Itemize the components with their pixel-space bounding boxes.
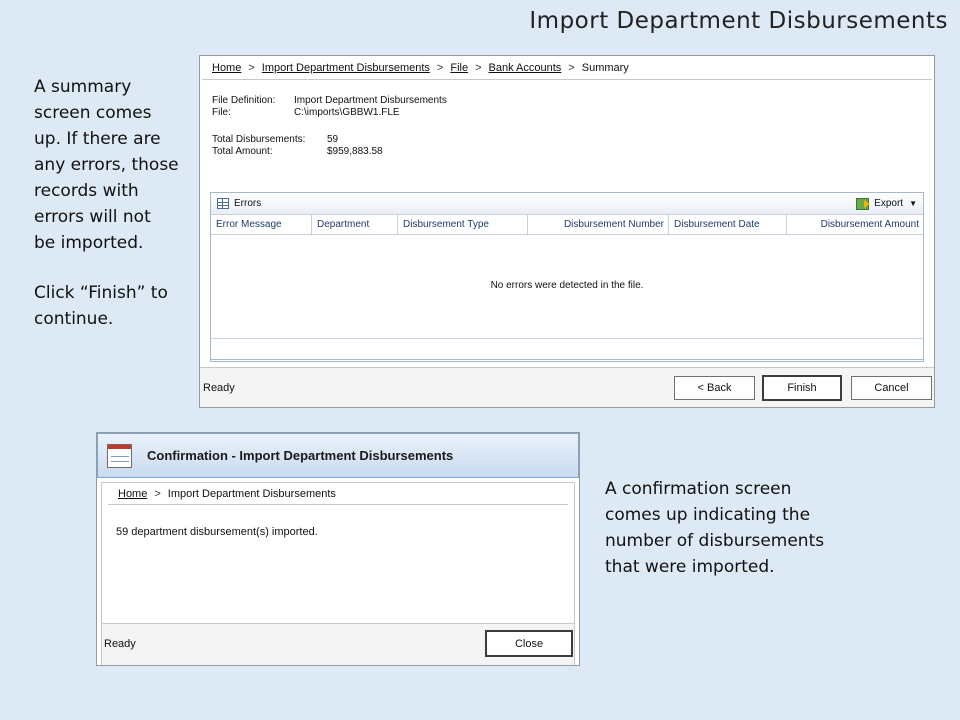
breadcrumb-separator: > [436,61,444,74]
errors-panel: Errors Export ▼ Error Message Department… [210,192,924,362]
confirmation-caption: A confirmation screen comes up indicatin… [605,479,825,577]
export-icon [856,197,871,210]
breadcrumb-bank-accounts[interactable]: Bank Accounts [489,62,562,74]
finish-button[interactable]: Finish [762,375,842,401]
file-value: C:\imports\GBBW1.FLE [294,107,400,118]
confirmation-status-bar: Ready Close [102,623,574,665]
breadcrumb-file[interactable]: File [450,62,468,74]
file-definition-label: File Definition: [212,95,276,106]
errors-column-headers: Error Message Department Disbursement Ty… [211,215,923,235]
errors-title: Errors [234,198,262,209]
export-label: Export [874,198,904,209]
confirmation-title-bar: Confirmation - Import Department Disburs… [97,433,579,478]
confirmation-breadcrumb: Home > Import Department Disbursements [108,483,568,505]
breadcrumb-home[interactable]: Home [212,62,241,74]
chevron-down-icon: ▼ [909,199,917,208]
total-amount-value: $959,883.58 [327,146,383,157]
breadcrumb: Home > Import Department Disbursements >… [202,56,932,80]
grid-icon [217,198,229,209]
breadcrumb-separator: > [154,487,161,500]
column-department[interactable]: Department [312,215,398,234]
breadcrumb-import[interactable]: Import Department Disbursements [262,62,430,74]
document-icon [107,443,132,468]
back-button[interactable]: < Back [674,376,755,400]
right-caption: A confirmation screen comes up indicatin… [605,476,885,580]
no-errors-message: No errors were detected in the file. [490,280,644,291]
confirmation-status-text: Ready [104,638,136,650]
confirmation-title: Confirmation - Import Department Disburs… [147,448,454,463]
summary-caption: A summary screen comes up. If there are … [34,77,179,253]
errors-header: Errors Export ▼ [211,193,923,215]
breadcrumb-import: Import Department Disbursements [167,487,336,500]
summary-window: Home > Import Department Disbursements >… [199,55,935,408]
totals-info: Total Disbursements: 59 Total Amount: $959… [212,134,383,158]
total-disbursements-label: Total Disbursements: [212,134,306,145]
column-disbursement-type[interactable]: Disbursement Type [398,215,528,234]
finish-caption: Click “Finish” to continue. [34,283,168,329]
confirmation-window: Confirmation - Import Department Disburs… [96,432,580,666]
column-disbursement-number[interactable]: Disbursement Number [528,215,669,234]
column-error-message[interactable]: Error Message [211,215,312,234]
left-caption: A summary screen comes up. If there are … [34,74,192,332]
total-amount-label: Total Amount: [212,146,273,157]
breadcrumb-separator: > [568,61,575,74]
confirmation-body: Home > Import Department Disbursements 5… [101,482,575,665]
total-disbursements-value: 59 [327,134,339,145]
close-button[interactable]: Close [485,630,573,657]
export-button[interactable]: Export ▼ [856,197,917,210]
errors-footer [210,338,924,360]
confirmation-message: 59 department disbursement(s) imported. [116,526,318,538]
breadcrumb-separator: > [475,61,482,74]
file-info: File Definition: Import Department Disbur… [212,95,447,119]
column-disbursement-amount[interactable]: Disbursement Amount [787,215,923,234]
cancel-button[interactable]: Cancel [851,376,932,400]
breadcrumb-summary: Summary [581,61,629,74]
column-disbursement-date[interactable]: Disbursement Date [669,215,787,234]
file-definition-value: Import Department Disbursements [294,95,447,106]
breadcrumb-separator: > [248,61,255,74]
status-text: Ready [203,382,235,394]
slide-title: Import Department Disbursements [529,8,948,34]
breadcrumb-home[interactable]: Home [118,488,147,500]
file-label: File: [212,107,231,118]
status-bar: Ready < Back Finish Cancel [200,367,934,407]
